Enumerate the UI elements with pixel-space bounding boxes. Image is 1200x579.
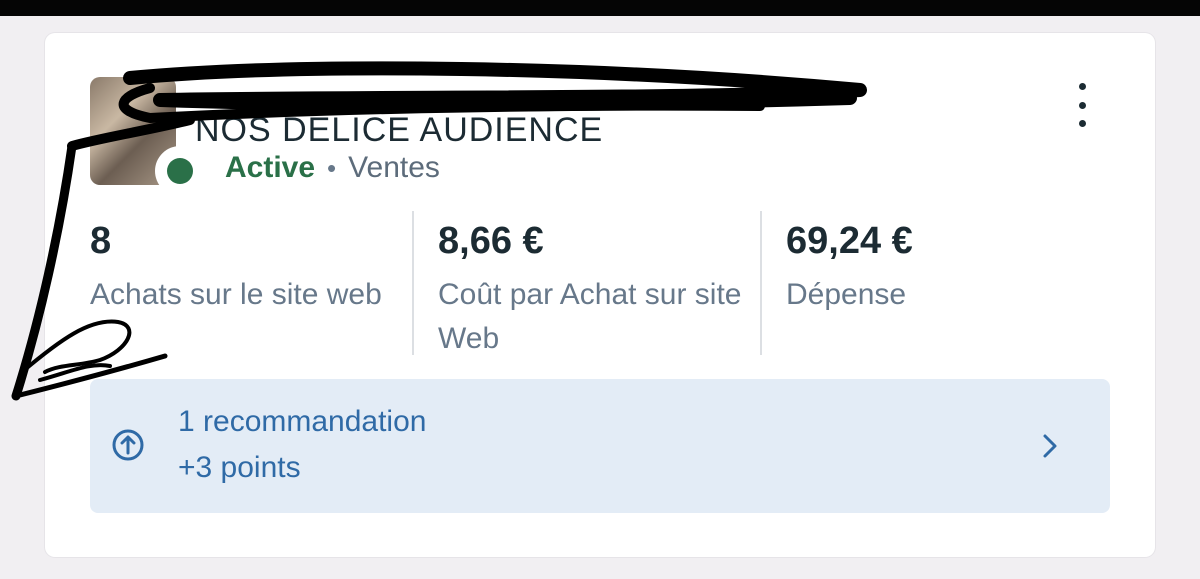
more-options-button[interactable] xyxy=(1065,83,1099,127)
metric-spend: 69,24 € Dépense xyxy=(786,219,1106,369)
status-separator: • xyxy=(327,152,337,183)
campaign-status-row: Active • Ventes xyxy=(225,151,440,185)
recommendation-banner[interactable]: 1 recommandation +3 points xyxy=(90,379,1110,513)
more-vertical-icon xyxy=(1078,83,1086,90)
chevron-right-icon[interactable] xyxy=(1040,431,1060,461)
metric-divider xyxy=(760,211,762,355)
metric-value: 8 xyxy=(90,220,112,262)
recommendation-points: +3 points xyxy=(178,451,301,484)
metric-value: 69,24 € xyxy=(786,220,913,262)
metric-value: 8,66 € xyxy=(438,220,544,262)
recommendation-title: 1 recommandation xyxy=(178,405,427,438)
metric-label: Coût par Achat sur site Web xyxy=(438,278,742,355)
metric-label: Dépense xyxy=(786,278,907,311)
status-indicator xyxy=(155,146,205,196)
metric-cost-per-purchase: 8,66 € Coût par Achat sur site Web xyxy=(438,219,758,369)
campaign-name[interactable]: NOS DÉLICE AUDIENCE xyxy=(195,111,603,150)
status-dot-icon xyxy=(167,158,193,184)
campaign-objective: Ventes xyxy=(348,151,440,184)
metric-purchases: 8 Achats sur le site web xyxy=(90,219,410,369)
status-label: Active xyxy=(225,151,316,184)
campaign-card[interactable]: NOS DÉLICE AUDIENCE Active • Ventes 8 Ac… xyxy=(45,33,1155,557)
top-edge-bar xyxy=(0,0,1200,16)
metric-divider xyxy=(412,211,414,355)
metric-label: Achats sur le site web xyxy=(90,278,382,311)
arrow-up-circle-icon xyxy=(112,429,144,461)
